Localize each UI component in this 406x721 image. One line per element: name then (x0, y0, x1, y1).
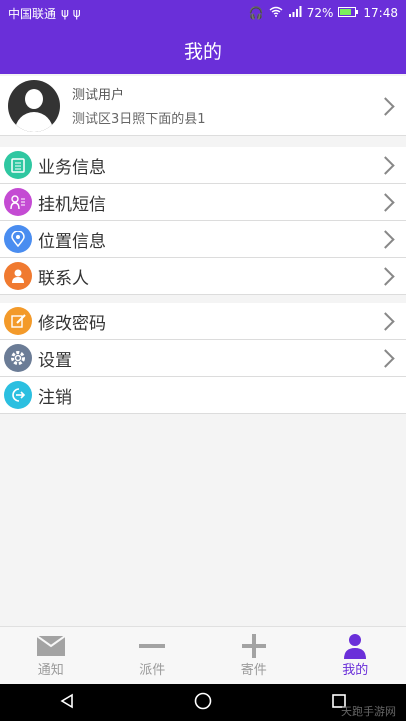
chevron-right-icon (376, 156, 395, 175)
profile-name: 测试用户 (72, 88, 125, 103)
chevron-right-icon (376, 193, 395, 212)
menu-label: 位置信息 (38, 231, 106, 252)
location-icon (4, 225, 32, 253)
menu-item-logout[interactable]: 注销 (0, 377, 406, 414)
avatar (8, 79, 60, 132)
gear-icon (4, 344, 32, 372)
clock: 17:48 (363, 6, 398, 20)
chevron-right-icon (376, 312, 395, 331)
menu-item-contacts[interactable]: 联系人 (0, 258, 406, 295)
menu-label: 设置 (38, 350, 72, 371)
menu-label: 挂机短信 (38, 194, 106, 215)
person-icon (344, 633, 367, 659)
signal-icon (288, 6, 302, 20)
contact-icon (4, 262, 32, 290)
menu-label: 修改密码 (38, 313, 106, 334)
chevron-right-icon (376, 230, 395, 249)
menu-label: 注销 (38, 387, 72, 408)
tab-label: 通知 (37, 663, 64, 678)
menu-item-settings[interactable]: 设置 (0, 340, 406, 377)
tab-send[interactable]: 寄件 (214, 627, 294, 678)
battery-icon (338, 6, 359, 20)
clipboard-icon (4, 151, 32, 179)
chevron-right-icon (376, 267, 395, 286)
bottom-tab-bar: 通知 派件 寄件 我的 (0, 626, 406, 685)
profile-subtitle: 测试区3日照下面的县1 (72, 112, 206, 127)
back-icon[interactable] (59, 693, 75, 713)
edit-icon (4, 307, 32, 335)
watermark: 天跑手游网 (341, 705, 396, 718)
usb-icon: ψ ψ (61, 6, 81, 20)
profile-card[interactable]: 测试用户 测试区3日照下面的县1 (0, 76, 406, 136)
status-bar: 中国联通 ψ ψ 🎧 72% 17:48 (0, 0, 406, 26)
menu-item-business-info[interactable]: 业务信息 (0, 147, 406, 184)
app-header: 我的 (0, 26, 406, 74)
tab-notifications[interactable]: 通知 (11, 627, 91, 678)
menu-label: 业务信息 (38, 157, 106, 178)
tab-mine[interactable]: 我的 (315, 627, 395, 678)
menu-item-location[interactable]: 位置信息 (0, 221, 406, 258)
tab-label: 我的 (342, 663, 369, 678)
carrier-label: 中国联通 (8, 6, 57, 21)
menu-section-2: 修改密码 设置 注销 (0, 303, 406, 414)
tab-label: 寄件 (240, 663, 267, 678)
menu-item-sms[interactable]: 挂机短信 (0, 184, 406, 221)
tab-label: 派件 (139, 663, 166, 678)
wifi-icon (269, 6, 283, 20)
headset-icon: 🎧 (248, 6, 264, 20)
page-title: 我的 (183, 40, 222, 63)
battery-percent: 72% (306, 6, 334, 20)
logout-icon (4, 381, 32, 409)
mail-icon (36, 633, 65, 659)
menu-item-change-password[interactable]: 修改密码 (0, 303, 406, 340)
minus-icon (138, 633, 166, 659)
menu-label: 联系人 (38, 268, 89, 289)
tab-dispatch[interactable]: 派件 (112, 627, 192, 678)
sms-icon (4, 188, 32, 216)
home-icon[interactable] (194, 692, 212, 714)
menu-section-1: 业务信息 挂机短信 位置信息 联系人 (0, 147, 406, 295)
plus-icon (241, 633, 267, 659)
chevron-right-icon (376, 349, 395, 368)
